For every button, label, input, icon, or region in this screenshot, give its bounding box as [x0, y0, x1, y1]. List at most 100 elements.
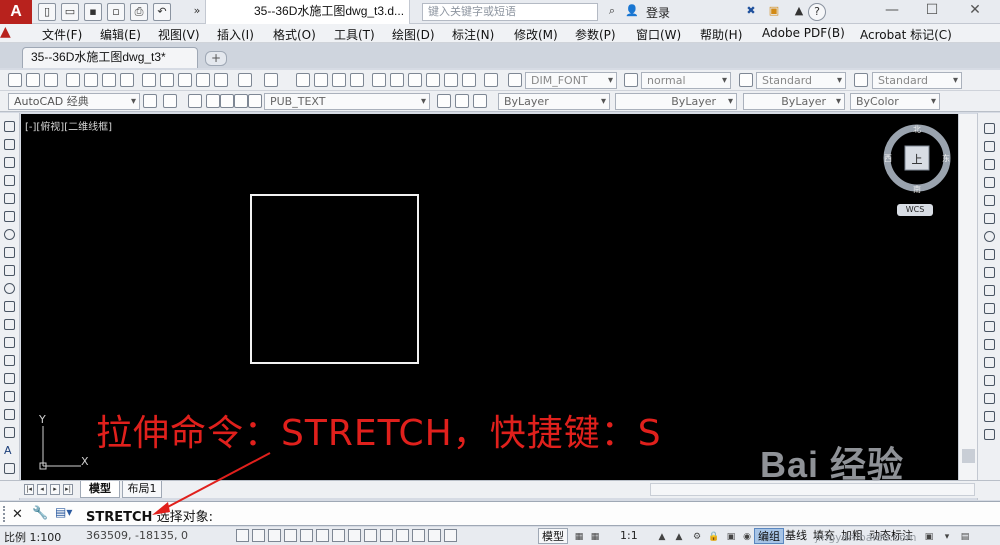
table-style-dropdown[interactable]: Standard — [756, 72, 846, 89]
sheet-set-icon[interactable] — [426, 73, 440, 87]
mtext-icon[interactable]: A — [4, 445, 15, 456]
stretch-icon[interactable] — [984, 267, 995, 278]
scale-icon[interactable] — [984, 249, 995, 260]
object-snap-icon[interactable] — [316, 529, 329, 542]
menu-help[interactable]: 帮助(H) — [700, 26, 742, 43]
vertical-scrollbar[interactable] — [958, 114, 977, 480]
annotation-scale[interactable]: 1:1 — [620, 529, 638, 542]
menu-format[interactable]: 格式(O) — [273, 26, 316, 43]
layer-dropdown[interactable]: PUB_TEXT — [264, 93, 430, 110]
command-history-icon[interactable]: ▤▾ — [55, 505, 77, 523]
infer-constraints-icon[interactable] — [236, 529, 249, 542]
dynamic-ucs-icon[interactable] — [364, 529, 377, 542]
cart-icon[interactable]: ▣ — [765, 3, 783, 21]
lineweight-dropdown[interactable]: ByLayer — [743, 93, 845, 110]
plot-icon[interactable] — [66, 73, 80, 87]
menu-file[interactable]: 文件(F) — [42, 26, 82, 43]
redo-icon[interactable] — [264, 73, 278, 87]
undo-icon[interactable] — [238, 73, 252, 87]
add-selected-icon[interactable] — [4, 463, 15, 474]
viewport-controls-label[interactable]: [-][俯视][二维线框] — [25, 118, 112, 133]
blend-icon[interactable] — [984, 411, 995, 422]
triangle-icon[interactable]: ▲ — [790, 3, 808, 21]
3d-dwf-icon[interactable] — [120, 73, 134, 87]
zoom-previous-icon[interactable] — [350, 73, 364, 87]
status-baseline[interactable]: 基线 — [782, 528, 810, 544]
save-icon[interactable]: ▪ — [84, 3, 102, 21]
construction-line-icon[interactable] — [4, 139, 15, 150]
qnew-icon[interactable] — [8, 73, 22, 87]
new-file-icon[interactable]: ▯ — [38, 3, 56, 21]
menu-insert[interactable]: 插入(I) — [217, 26, 254, 43]
open-icon[interactable] — [26, 73, 40, 87]
trim-icon[interactable] — [984, 285, 995, 296]
spline-icon[interactable] — [4, 265, 15, 276]
tab-layout1[interactable]: 布局1 — [122, 481, 162, 498]
dynamic-input-icon[interactable] — [380, 529, 393, 542]
menu-window[interactable]: 窗口(W) — [636, 26, 681, 43]
circle-icon[interactable] — [4, 229, 15, 240]
layer-manager-icon[interactable] — [188, 94, 202, 108]
paste-icon[interactable] — [178, 73, 192, 87]
tool-palettes-icon[interactable] — [408, 73, 422, 87]
binoculars-icon[interactable]: ⌕ — [603, 3, 621, 21]
text-style-icon[interactable] — [508, 73, 522, 87]
properties-icon[interactable] — [372, 73, 386, 87]
minimize-button[interactable]: — — [872, 0, 912, 22]
multileader-style-icon[interactable] — [854, 73, 868, 87]
extend-icon[interactable] — [984, 303, 995, 314]
print-icon[interactable]: ⎙ — [130, 3, 148, 21]
search-input[interactable]: 键入关键字或短语 — [422, 3, 598, 21]
multileader-style-dropdown[interactable]: Standard — [872, 72, 962, 89]
pan-icon[interactable] — [296, 73, 310, 87]
viewcube[interactable]: 上 北 南 东 西 — [881, 120, 953, 202]
ellipse-icon[interactable] — [4, 283, 15, 294]
help-icon[interactable]: ? — [808, 3, 826, 21]
block-editor-icon[interactable] — [214, 73, 228, 87]
arc-icon[interactable] — [4, 211, 15, 222]
menu-app-icon[interactable]: ▲ — [0, 24, 11, 40]
move-icon[interactable] — [984, 213, 995, 224]
prev-layout-icon[interactable]: ◂ — [37, 484, 47, 495]
lineweight-icon[interactable] — [396, 529, 409, 542]
new-tab-button[interactable]: + — [205, 51, 227, 66]
status-tray-icon[interactable]: ▤ — [958, 530, 972, 544]
more-icon[interactable]: » — [188, 3, 206, 21]
copy-icon[interactable] — [160, 73, 174, 87]
polar-tracking-icon[interactable] — [300, 529, 313, 542]
quickcalc-icon[interactable] — [462, 73, 476, 87]
quick-properties-icon[interactable] — [428, 529, 441, 542]
login-link[interactable]: 登录 — [646, 4, 670, 21]
point-icon[interactable] — [4, 355, 15, 366]
dim-style-dropdown[interactable]: normal — [641, 72, 731, 89]
3d-osnap-icon[interactable] — [332, 529, 345, 542]
markup-icon[interactable] — [444, 73, 458, 87]
match-prop-icon[interactable] — [196, 73, 210, 87]
linetype-dropdown[interactable]: ByLayer — [615, 93, 737, 110]
status-group[interactable]: 编组 — [754, 528, 784, 544]
polygon-icon[interactable] — [4, 175, 15, 186]
undo-icon[interactable]: ↶ — [153, 3, 171, 21]
chamfer-icon[interactable] — [984, 375, 995, 386]
coordinates-readout[interactable]: 363509, -18135, 0 — [86, 529, 188, 542]
workspace-dropdown[interactable]: AutoCAD 经典 — [8, 93, 140, 110]
transparency-icon[interactable] — [412, 529, 425, 542]
first-layout-icon[interactable]: |◂ — [24, 484, 34, 495]
region-icon[interactable] — [4, 409, 15, 420]
snap-mode-icon[interactable] — [252, 529, 265, 542]
maximize-button[interactable]: ☐ — [912, 0, 952, 22]
cut-icon[interactable] — [142, 73, 156, 87]
hardware-accel-icon[interactable]: ▣ — [724, 530, 738, 544]
menu-draw[interactable]: 绘图(D) — [392, 26, 435, 43]
close-icon[interactable]: ✕ — [12, 507, 23, 522]
preview-icon[interactable] — [84, 73, 98, 87]
revcloud-icon[interactable] — [4, 247, 15, 258]
grid-display-icon[interactable] — [268, 529, 281, 542]
auto-scale-icon[interactable]: ▲ — [672, 530, 686, 544]
make-current-icon[interactable] — [437, 94, 451, 108]
workspace-settings-icon[interactable] — [143, 94, 157, 108]
command-line[interactable]: ✕ 🔧 ▤▾ STRETCH 选择对象: — [0, 501, 1000, 526]
menu-adobe-pdf[interactable]: Adobe PDF(B) — [762, 26, 845, 40]
wrench-icon[interactable]: 🔧 — [32, 506, 48, 521]
erase-icon[interactable] — [984, 123, 995, 134]
